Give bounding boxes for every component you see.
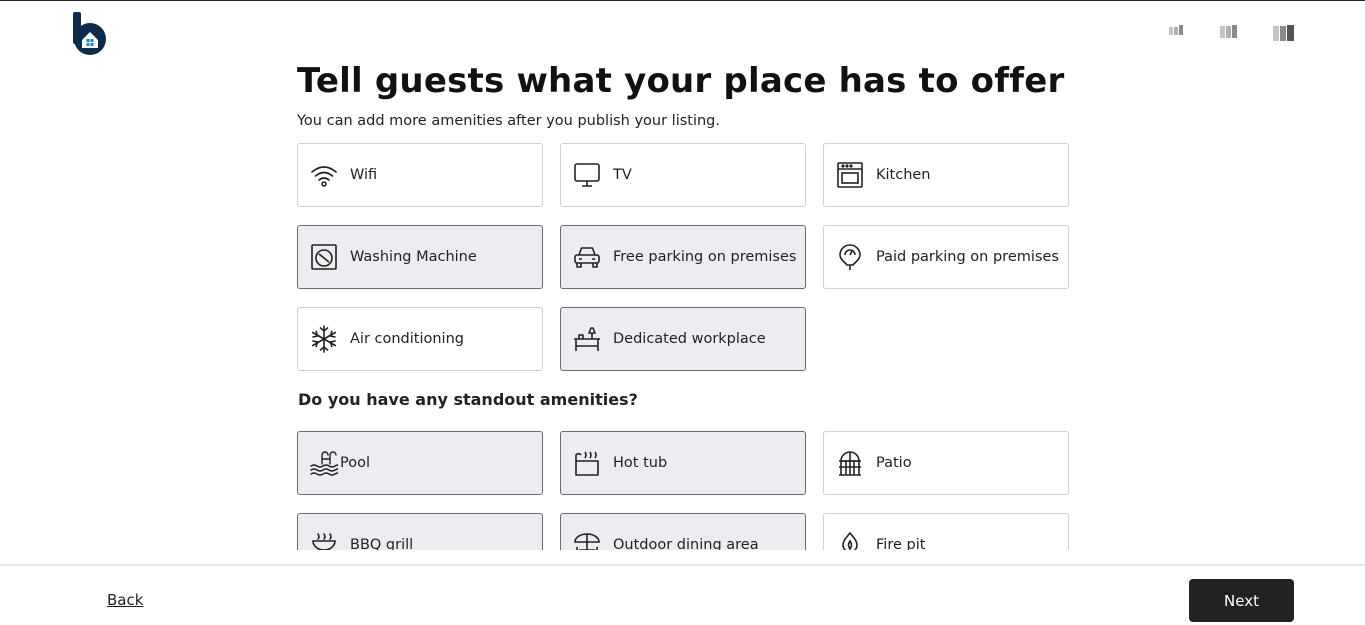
progress-indicator-3 bbox=[1273, 25, 1294, 41]
amenity-fire-pit[interactable]: Fire pit bbox=[823, 513, 1069, 550]
kitchen-icon bbox=[836, 161, 864, 189]
progress-indicator-2 bbox=[1220, 25, 1237, 38]
amenity-paid-parking[interactable]: Paid parking on premises bbox=[823, 225, 1069, 289]
amenity-washing-machine[interactable]: Washing Machine bbox=[297, 225, 543, 289]
amenity-label: Fire pit bbox=[876, 537, 926, 550]
amenity-label: Patio bbox=[876, 455, 912, 471]
amenity-wifi[interactable]: Wifi bbox=[297, 143, 543, 207]
house-b-logo-icon[interactable] bbox=[72, 12, 108, 56]
amenity-label: BBQ grill bbox=[350, 537, 414, 550]
patio-icon bbox=[836, 449, 864, 477]
amenity-kitchen[interactable]: Kitchen bbox=[823, 143, 1069, 207]
dining-table-icon bbox=[573, 531, 601, 550]
amenity-label: Outdoor dining area bbox=[613, 537, 759, 550]
parking-meter-icon bbox=[836, 243, 864, 271]
page-title: Tell guests what your place has to offer bbox=[297, 61, 1065, 101]
tv-icon bbox=[573, 161, 601, 189]
amenity-bbq-grill[interactable]: BBQ grill bbox=[297, 513, 543, 550]
wifi-icon bbox=[310, 161, 338, 189]
amenity-pool[interactable]: Pool bbox=[297, 431, 543, 495]
amenity-tv[interactable]: TV bbox=[560, 143, 806, 207]
amenity-label: Air conditioning bbox=[350, 331, 464, 347]
page-subtitle: You can add more amenities after you pub… bbox=[297, 113, 720, 129]
next-button[interactable]: Next bbox=[1189, 579, 1294, 622]
amenity-label: Wifi bbox=[350, 167, 378, 183]
back-link[interactable]: Back bbox=[107, 591, 143, 609]
car-icon bbox=[573, 243, 601, 271]
standout-title: Do you have any standout amenities? bbox=[298, 390, 638, 409]
amenities-grid: Wifi TV Kitchen Washing Machine Free par… bbox=[297, 143, 1069, 371]
standout-grid: Pool Hot tub Patio BBQ grill Outdoor din… bbox=[297, 431, 1069, 550]
desk-icon bbox=[573, 325, 601, 353]
amenity-patio[interactable]: Patio bbox=[823, 431, 1069, 495]
amenity-label: Free parking on premises bbox=[613, 249, 797, 265]
amenity-label: Washing Machine bbox=[350, 249, 477, 265]
progress-indicator-1 bbox=[1169, 25, 1183, 35]
amenity-label: TV bbox=[613, 167, 632, 183]
amenity-free-parking[interactable]: Free parking on premises bbox=[560, 225, 806, 289]
amenity-dedicated-workplace[interactable]: Dedicated workplace bbox=[560, 307, 806, 371]
amenity-label: Pool bbox=[340, 455, 370, 471]
snowflake-icon bbox=[310, 325, 338, 353]
amenity-outdoor-dining[interactable]: Outdoor dining area bbox=[560, 513, 806, 550]
grill-icon bbox=[310, 531, 338, 550]
amenity-label: Paid parking on premises bbox=[876, 249, 1059, 265]
amenities-panel: Tell guests what your place has to offer… bbox=[297, 1, 1077, 550]
footer-bar: Back Next bbox=[0, 564, 1365, 625]
fire-pit-icon bbox=[836, 531, 864, 550]
amenity-air-conditioning[interactable]: Air conditioning bbox=[297, 307, 543, 371]
amenity-hot-tub[interactable]: Hot tub bbox=[560, 431, 806, 495]
hot-tub-icon bbox=[573, 449, 601, 477]
amenity-label: Kitchen bbox=[876, 167, 931, 183]
washing-machine-icon bbox=[310, 243, 338, 271]
amenity-label: Hot tub bbox=[613, 455, 668, 471]
amenity-label: Dedicated workplace bbox=[613, 331, 766, 347]
pool-icon bbox=[310, 449, 338, 477]
